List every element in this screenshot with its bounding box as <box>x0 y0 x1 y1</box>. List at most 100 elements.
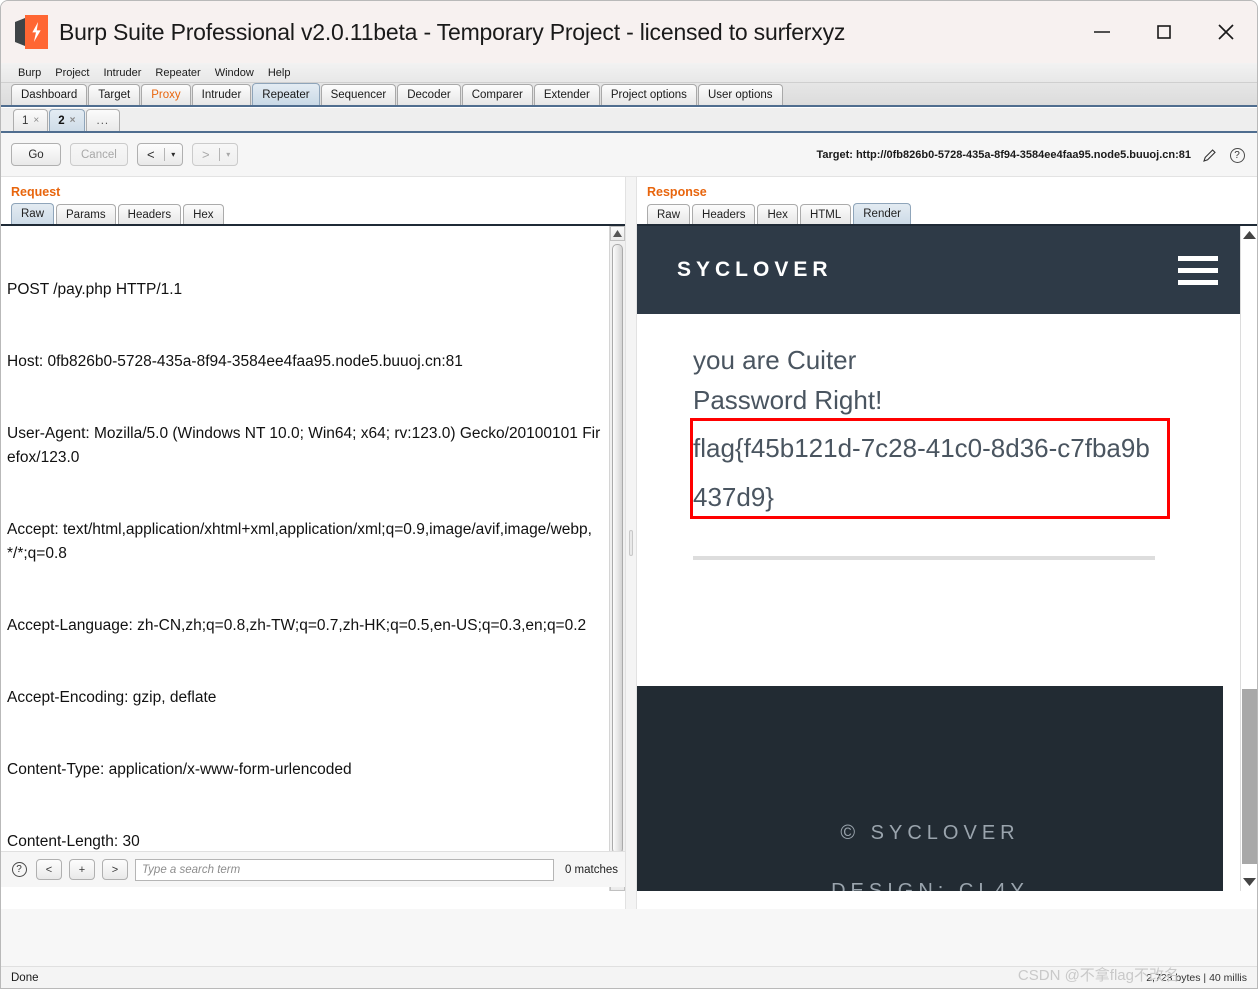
search-help-icon[interactable]: ? <box>9 860 29 880</box>
response-render-frame: SYCLOVER you are Cuiter Password Right! … <box>637 226 1257 891</box>
response-tab-html[interactable]: HTML <box>799 204 852 224</box>
forward-chevron-down-icon[interactable]: ▾ <box>220 144 237 165</box>
menubar: Burp Project Intruder Repeater Window He… <box>1 63 1257 83</box>
minimize-button[interactable] <box>1071 1 1133 63</box>
response-size-text: 2,723 bytes | 40 millis <box>1146 971 1247 984</box>
hamburger-icon[interactable] <box>1178 255 1218 285</box>
repeater-tab-2[interactable]: 2 × <box>49 109 85 131</box>
request-tab-hex[interactable]: Hex <box>183 204 224 224</box>
tab-user-options[interactable]: User options <box>697 84 783 105</box>
site-footer: © SYCLOVER DESIGN: CL4Y <box>637 686 1223 891</box>
back-chevron-down-icon[interactable]: ▾ <box>165 144 182 165</box>
menu-item-project[interactable]: Project <box>48 64 96 82</box>
request-editor[interactable]: POST /pay.php HTTP/1.1 Host: 0fb826b0-57… <box>1 226 625 891</box>
request-line-3: Accept: text/html,application/xhtml+xml,… <box>7 521 592 562</box>
pane-splitter[interactable] <box>625 177 637 909</box>
repeater-tab-1[interactable]: 1 × <box>13 109 49 131</box>
forward-arrow-icon: > <box>202 147 210 162</box>
search-matches-count: 0 matches <box>564 863 618 876</box>
window-title: Burp Suite Professional v2.0.11beta - Te… <box>59 18 846 45</box>
repeater-tab-1-label: 1 <box>22 114 29 127</box>
go-button[interactable]: Go <box>11 143 61 166</box>
request-line-0: POST /pay.php HTTP/1.1 <box>7 281 183 298</box>
tab-decoder[interactable]: Decoder <box>397 84 461 105</box>
status-text: Done <box>11 971 39 984</box>
footer-design: DESIGN: CL4Y <box>831 880 1029 891</box>
site-divider <box>693 556 1155 560</box>
footer-copyright: © SYCLOVER <box>840 822 1020 844</box>
message-line-2: Password Right! <box>693 385 883 415</box>
request-tab-raw[interactable]: Raw <box>11 203 55 224</box>
search-input[interactable]: Type a search term <box>135 858 554 881</box>
target-url-label: Target: http://0fb826b0-5728-435a-8f94-3… <box>816 149 1191 161</box>
request-search-bar: ? < + > Type a search term 0 matches <box>1 851 626 887</box>
target-area: Target: http://0fb826b0-5728-435a-8f94-3… <box>816 133 1247 177</box>
repeater-tab-2-label: 2 <box>58 114 65 127</box>
main-tab-bar: Dashboard Target Proxy Intruder Repeater… <box>1 83 1257 107</box>
pencil-icon[interactable] <box>1199 145 1219 165</box>
burp-suite-window: Burp Suite Professional v2.0.11beta - Te… <box>0 0 1258 989</box>
response-pane: Response Raw Headers Hex HTML Render SYC… <box>637 177 1257 909</box>
request-scrollbar[interactable] <box>609 226 625 891</box>
status-bar: Done 2,723 bytes | 40 millis <box>1 966 1257 988</box>
tab-intruder[interactable]: Intruder <box>191 84 252 105</box>
close-button[interactable] <box>1195 1 1257 63</box>
tab-repeater[interactable]: Repeater <box>252 83 320 105</box>
request-line-2: User-Agent: Mozilla/5.0 (Windows NT 10.0… <box>7 425 601 466</box>
back-button[interactable]: < ▾ <box>136 143 183 166</box>
repeater-tab-bar: 1 × 2 × ... <box>1 107 1257 133</box>
request-panel-title: Request <box>11 185 61 199</box>
request-line-1: Host: 0fb826b0-5728-435a-8f94-3584ee4faa… <box>7 353 463 370</box>
menu-item-help[interactable]: Help <box>261 64 298 82</box>
request-pane: Request Raw Params Headers Hex POST /pay… <box>1 177 626 909</box>
request-tab-headers[interactable]: Headers <box>117 204 182 224</box>
help-glyph: ? <box>1229 147 1245 163</box>
request-line-6: Content-Type: application/x-www-form-url… <box>7 761 352 778</box>
response-tab-render[interactable]: Render <box>853 203 911 224</box>
tab-dashboard[interactable]: Dashboard <box>11 84 88 105</box>
rendered-page: SYCLOVER you are Cuiter Password Right! … <box>637 226 1240 891</box>
site-header: SYCLOVER <box>637 226 1240 314</box>
response-scrollbar[interactable] <box>1240 226 1257 891</box>
menu-item-burp[interactable]: Burp <box>11 64 48 82</box>
search-next-button[interactable]: > <box>102 859 128 880</box>
request-raw-text[interactable]: POST /pay.php HTTP/1.1 Host: 0fb826b0-57… <box>1 226 601 891</box>
forward-button[interactable]: > ▾ <box>191 143 238 166</box>
search-prev-button[interactable]: < <box>36 859 62 880</box>
search-help-glyph: ? <box>11 862 27 877</box>
request-tab-params[interactable]: Params <box>56 204 116 224</box>
repeater-tab-1-close-icon[interactable]: × <box>33 115 39 126</box>
request-scroll-up-button[interactable] <box>610 226 625 241</box>
back-arrow-icon: < <box>147 147 155 162</box>
request-scroll-thumb[interactable] <box>612 244 623 854</box>
response-tab-headers[interactable]: Headers <box>692 204 756 224</box>
tab-extender[interactable]: Extender <box>533 84 600 105</box>
search-add-button[interactable]: + <box>69 859 95 880</box>
repeater-tab-2-close-icon[interactable]: × <box>70 115 76 126</box>
menu-item-repeater[interactable]: Repeater <box>148 64 207 82</box>
response-panel-title: Response <box>647 185 707 199</box>
tab-target[interactable]: Target <box>88 84 141 105</box>
tab-sequencer[interactable]: Sequencer <box>320 84 397 105</box>
tab-project-options[interactable]: Project options <box>600 84 697 105</box>
repeater-toolbar: Go Cancel < ▾ > ▾ Target: http://0fb826b… <box>1 133 1257 177</box>
response-scroll-down-button[interactable] <box>1241 873 1257 891</box>
burp-logo-icon <box>15 15 49 49</box>
tab-proxy[interactable]: Proxy <box>141 84 191 105</box>
help-icon[interactable]: ? <box>1227 145 1247 165</box>
tab-comparer[interactable]: Comparer <box>461 84 533 105</box>
response-tab-hex[interactable]: Hex <box>757 204 798 224</box>
menu-item-window[interactable]: Window <box>208 64 261 82</box>
repeater-tab-new[interactable]: ... <box>85 109 121 131</box>
response-scroll-thumb[interactable] <box>1242 689 1257 864</box>
site-content: you are Cuiter Password Right! flag{f45b… <box>637 314 1240 522</box>
site-brand: SYCLOVER <box>677 258 833 281</box>
message-line-1: you are Cuiter <box>693 345 857 375</box>
cancel-button[interactable]: Cancel <box>70 143 128 166</box>
response-scroll-up-button[interactable] <box>1241 226 1257 244</box>
response-tab-raw[interactable]: Raw <box>647 204 691 224</box>
splitter-grip[interactable] <box>629 530 633 556</box>
menu-item-intruder[interactable]: Intruder <box>97 64 149 82</box>
maximize-button[interactable] <box>1133 1 1195 63</box>
flag-highlight-box <box>690 418 1170 519</box>
